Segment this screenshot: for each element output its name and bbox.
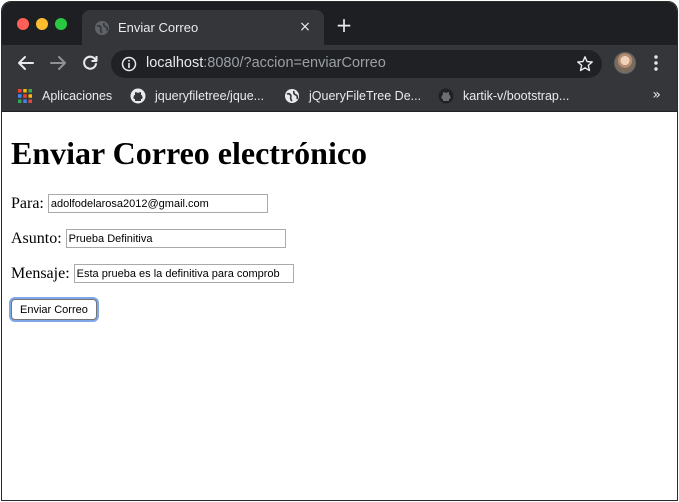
minimize-window-button[interactable] bbox=[36, 18, 48, 30]
close-window-button[interactable] bbox=[17, 18, 29, 30]
address-bar[interactable]: localhost:8080/?accion=enviarCorreo bbox=[111, 50, 602, 78]
enviar-correo-button[interactable]: Enviar Correo bbox=[11, 299, 97, 320]
browser-window: Enviar Correo × + localhost:8080/?accion… bbox=[1, 1, 678, 501]
close-tab-icon[interactable]: × bbox=[296, 18, 314, 36]
github-icon bbox=[438, 88, 454, 104]
info-icon[interactable] bbox=[121, 56, 137, 72]
github-icon bbox=[130, 88, 146, 104]
bookmark-label: Aplicaciones bbox=[42, 89, 113, 103]
page-content: Enviar Correo electrónico Para: Asunto: … bbox=[2, 112, 677, 500]
globe-icon bbox=[95, 21, 109, 35]
bookmark-aplicaciones[interactable]: Aplicaciones bbox=[17, 88, 112, 104]
browser-toolbar: localhost:8080/?accion=enviarCorreo bbox=[2, 45, 677, 81]
bookmark-label: jqueryfiletree/jque... bbox=[155, 89, 265, 103]
back-button[interactable] bbox=[16, 53, 36, 73]
para-row: Para: bbox=[11, 194, 268, 213]
new-tab-button[interactable]: + bbox=[334, 15, 354, 36]
bookmark-kartik-bootstrap[interactable]: kartik-v/bootstrap... bbox=[438, 88, 569, 104]
reload-button[interactable] bbox=[80, 53, 100, 73]
mensaje-row: Mensaje: bbox=[11, 264, 294, 283]
tab-enviar-correo[interactable]: Enviar Correo × bbox=[82, 10, 324, 45]
url-text: localhost:8080/?accion=enviarCorreo bbox=[146, 55, 386, 71]
forward-button[interactable] bbox=[48, 53, 68, 73]
asunto-label: Asunto: bbox=[11, 229, 62, 247]
bookmark-label: jQueryFileTree De... bbox=[309, 89, 422, 103]
arrow-right-icon bbox=[50, 56, 66, 70]
kebab-menu-icon[interactable] bbox=[650, 54, 662, 72]
bookmark-jqueryfiletree-demo[interactable]: jQueryFileTree De... bbox=[284, 88, 421, 104]
url-host: localhost bbox=[146, 55, 204, 71]
maximize-window-button[interactable] bbox=[55, 18, 67, 30]
asunto-input[interactable] bbox=[65, 229, 286, 248]
bookmark-jqueryfiletree-github[interactable]: jqueryfiletree/jque... bbox=[130, 88, 264, 104]
mensaje-label: Mensaje: bbox=[11, 264, 70, 282]
star-icon[interactable] bbox=[576, 55, 594, 73]
tab-strip: Enviar Correo × + bbox=[2, 2, 677, 45]
asunto-row: Asunto: bbox=[11, 229, 286, 248]
tab-title: Enviar Correo bbox=[118, 20, 199, 35]
reload-icon bbox=[83, 55, 98, 70]
globe-icon bbox=[285, 89, 299, 103]
para-label: Para: bbox=[11, 194, 44, 212]
apps-grid-icon bbox=[18, 89, 32, 103]
para-input[interactable] bbox=[47, 194, 268, 213]
bookmarks-bar: Aplicaciones jqueryfiletree/jque... jQue… bbox=[2, 81, 677, 112]
more-bookmarks-icon[interactable]: » bbox=[652, 87, 661, 103]
arrow-left-icon bbox=[18, 56, 34, 70]
bookmark-label: kartik-v/bootstrap... bbox=[463, 89, 570, 103]
profile-avatar[interactable] bbox=[614, 52, 636, 74]
page-title: Enviar Correo electrónico bbox=[11, 135, 368, 171]
url-path: :8080/?accion=enviarCorreo bbox=[203, 55, 386, 71]
mensaje-input[interactable] bbox=[73, 264, 294, 283]
